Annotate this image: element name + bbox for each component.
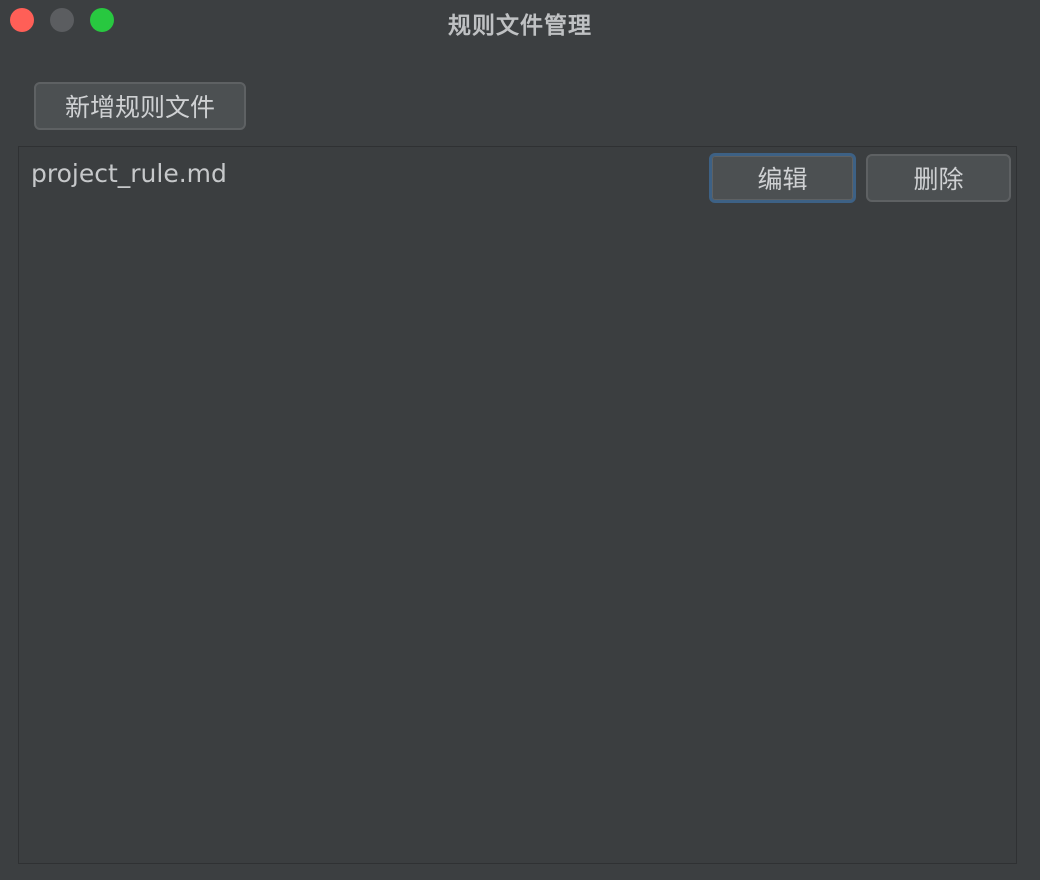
edit-button[interactable]: 编辑 xyxy=(709,153,856,203)
rule-file-list: project_rule.md 编辑 删除 xyxy=(18,146,1017,864)
list-item: project_rule.md 编辑 删除 xyxy=(19,147,1016,207)
title-bar: 规则文件管理 xyxy=(0,0,1040,40)
delete-button[interactable]: 删除 xyxy=(866,154,1011,202)
window-title: 规则文件管理 xyxy=(448,13,592,39)
add-rule-file-button[interactable]: 新增规则文件 xyxy=(34,82,246,130)
rule-file-name: project_rule.md xyxy=(31,159,227,188)
rule-files-window: 规则文件管理 新增规则文件 project_rule.md 编辑 删除 xyxy=(0,0,1040,880)
